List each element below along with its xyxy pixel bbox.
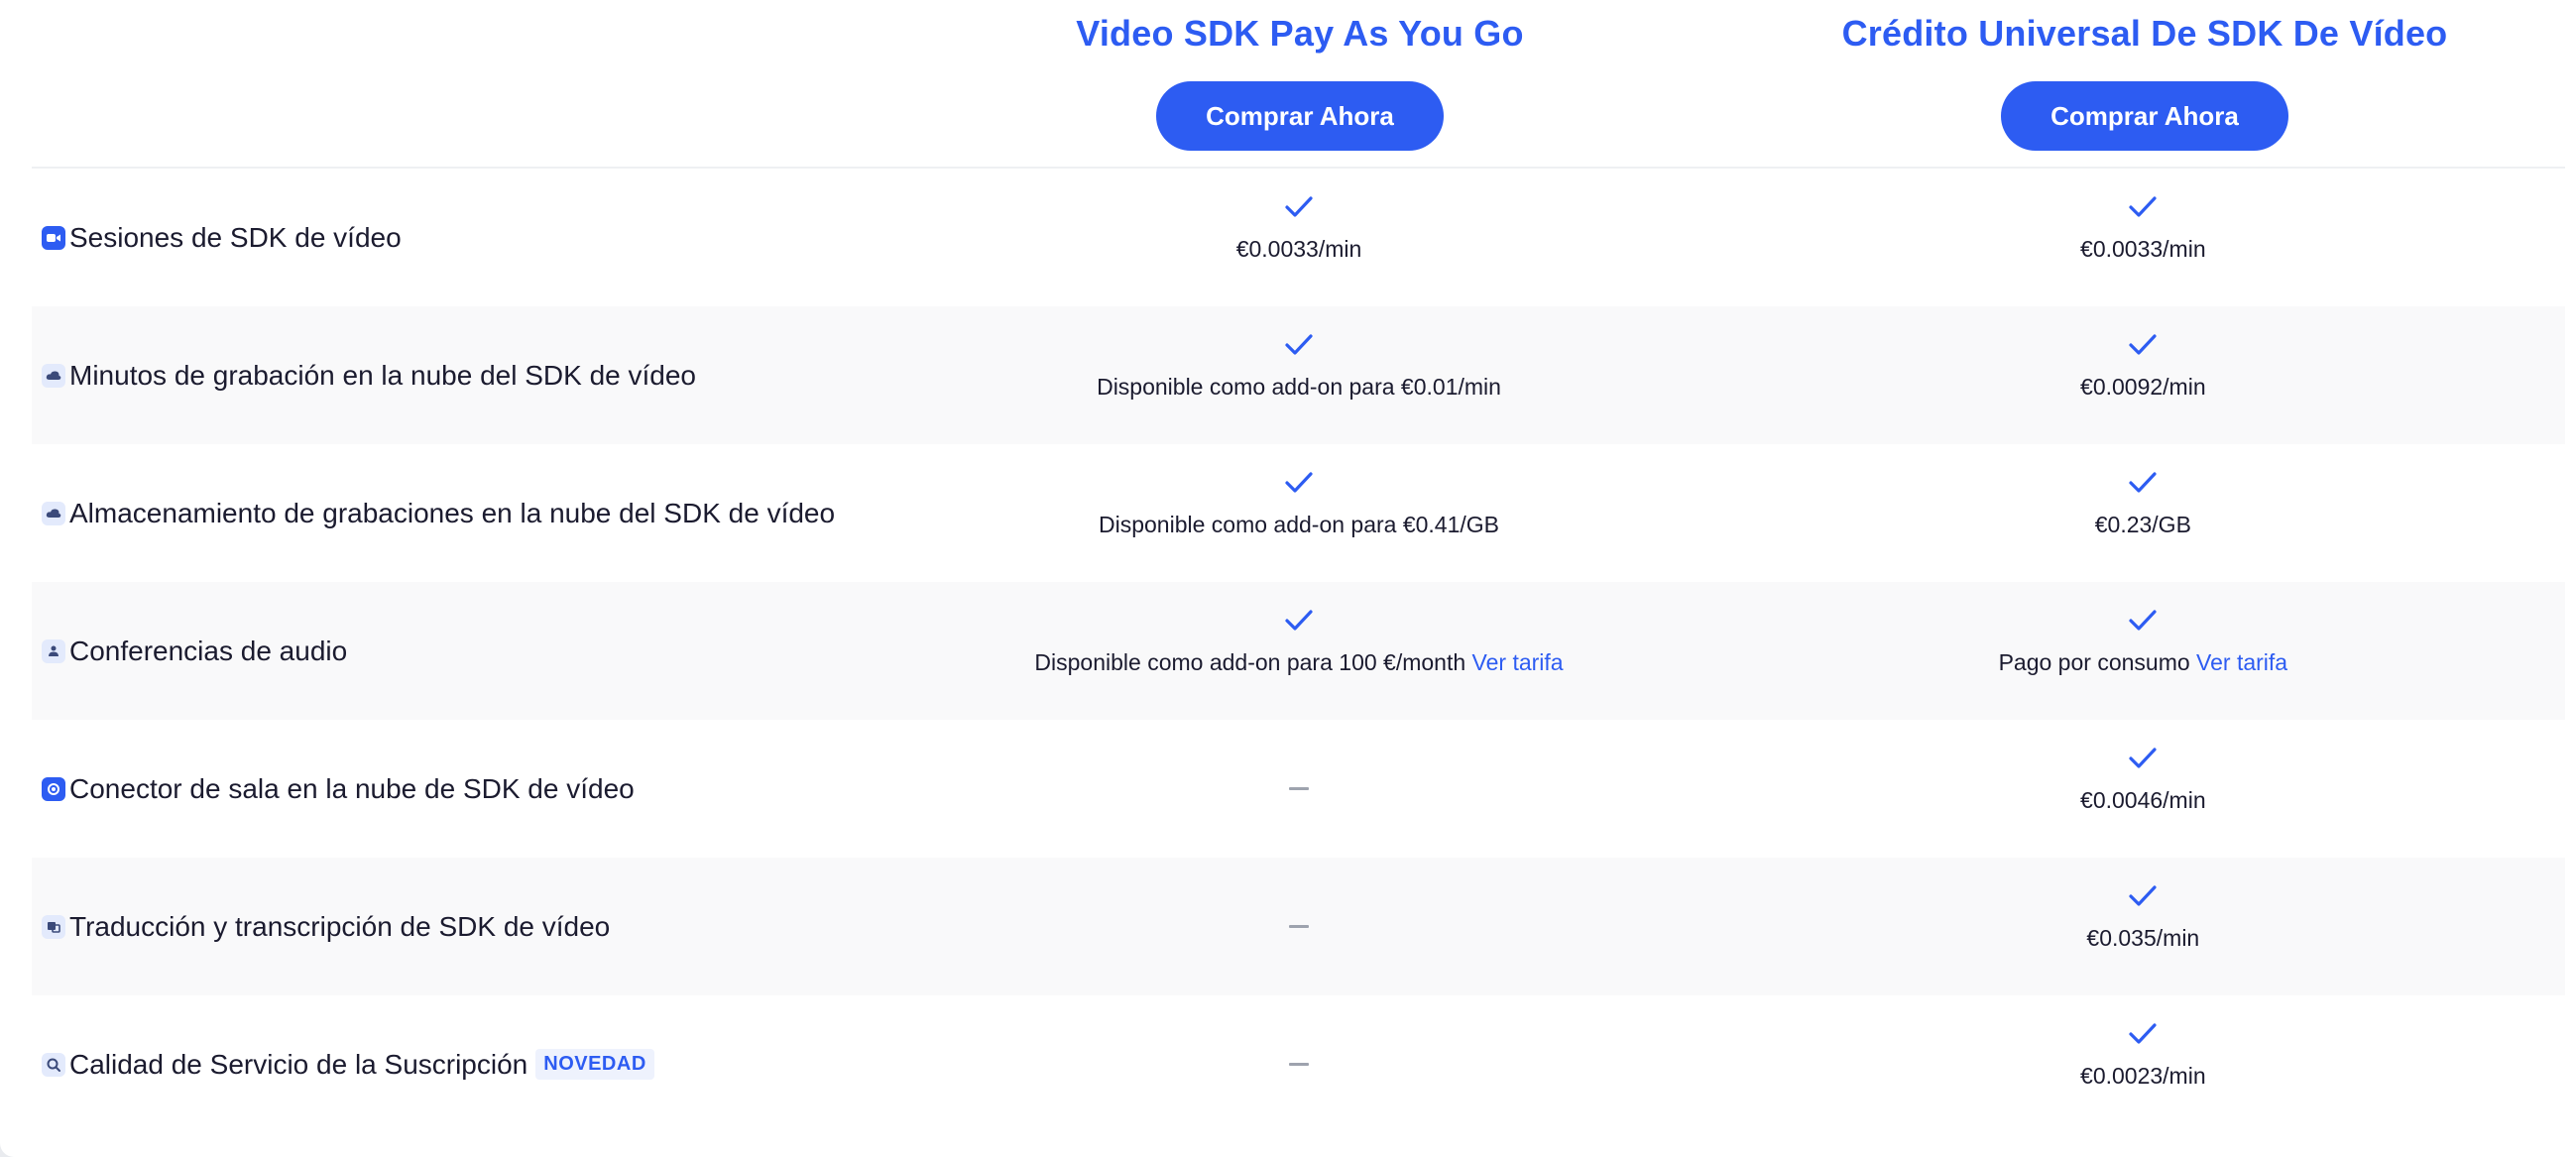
feature-cell: Sesiones de SDK de vídeo xyxy=(32,169,877,306)
rounded-corner xyxy=(0,1143,14,1157)
plan2-cell: €0.035/min xyxy=(1721,858,2565,995)
plan1-cell xyxy=(877,995,1720,1133)
plan-column-header-universal-credit: Crédito Universal De SDK De Vídeo Compra… xyxy=(1722,12,2567,151)
plans-header: Video SDK Pay As You Go Comprar Ahora Cr… xyxy=(32,0,2565,169)
plan1-cell xyxy=(877,858,1720,995)
table-row: Conector de sala en la nube de SDK de ví… xyxy=(32,720,2565,858)
price-text: €0.0023/min xyxy=(2080,1063,2206,1089)
price-text: €0.0033/min xyxy=(2080,236,2206,262)
feature-label: Conferencias de audio xyxy=(69,635,348,666)
feature-cell: Traducción y transcripción de SDK de víd… xyxy=(32,858,877,995)
view-rates-link[interactable]: Ver tarifa xyxy=(1472,649,1564,675)
price-text: €0.035/min xyxy=(2086,925,2200,951)
plan-column-header-pay-as-you-go: Video SDK Pay As You Go Comprar Ahora xyxy=(878,12,1722,151)
plan2-cell: €0.0023/min xyxy=(1721,995,2565,1133)
feature-label: Traducción y transcripción de SDK de víd… xyxy=(69,910,611,942)
price-text: Disponible como add-on para 100 €/month … xyxy=(1034,648,1563,676)
table-row: Almacenamiento de grabaciones en la nube… xyxy=(32,444,2565,582)
plan-title: Crédito Universal De SDK De Vídeo xyxy=(1841,13,2448,54)
checkmark-icon xyxy=(1285,472,1313,493)
feature-cell: Almacenamiento de grabaciones en la nube… xyxy=(32,444,877,582)
checkmark-icon xyxy=(1285,196,1313,217)
feature-cell: Conferencias de audio xyxy=(32,582,877,720)
plan1-cell: Disponible como add-on para €0.01/min xyxy=(877,306,1720,444)
plan2-cell: €0.23/GB xyxy=(1721,444,2565,582)
quality-service-icon xyxy=(42,1052,65,1077)
buy-now-button[interactable]: Comprar Ahora xyxy=(1156,81,1444,151)
audio-conference-icon xyxy=(42,638,65,663)
plan-title: Video SDK Pay As You Go xyxy=(1076,13,1524,54)
table-row: Traducción y transcripción de SDK de víd… xyxy=(32,858,2565,995)
not-included-dash xyxy=(1289,1063,1309,1066)
price-text: €0.0046/min xyxy=(2080,787,2206,813)
price-text: Disponible como add-on para €0.41/GB xyxy=(1098,512,1500,537)
feature-label: Calidad de Servicio de la Suscripción xyxy=(69,1048,528,1080)
feature-table: Sesiones de SDK de vídeo €0.0033/min €0.… xyxy=(32,169,2565,1133)
table-row: Minutos de grabación en la nube del SDK … xyxy=(32,306,2565,444)
checkmark-icon xyxy=(1285,610,1313,631)
feature-label: Conector de sala en la nube de SDK de ví… xyxy=(69,772,635,804)
plan2-cell: Pago por consumo Ver tarifa xyxy=(1721,582,2565,720)
price-text: Disponible como add-on para €0.01/min xyxy=(1097,374,1501,400)
table-row: Conferencias de audio Disponible como ad… xyxy=(32,582,2565,720)
checkmark-icon xyxy=(2129,334,2157,355)
price-description: Pago por consumo xyxy=(1998,649,2190,675)
new-badge: NOVEDAD xyxy=(535,1049,654,1080)
translation-icon xyxy=(42,914,65,939)
price-text: €0.0033/min xyxy=(1235,236,1362,262)
price-text: Pago por consumo Ver tarifa xyxy=(1999,648,2288,676)
feature-cell: Minutos de grabación en la nube del SDK … xyxy=(32,306,877,444)
pricing-comparison: Video SDK Pay As You Go Comprar Ahora Cr… xyxy=(0,0,2576,1157)
not-included-dash xyxy=(1289,925,1309,928)
not-included-dash xyxy=(1289,787,1309,790)
feature-label: Sesiones de SDK de vídeo xyxy=(69,221,402,253)
price-description: Disponible como add-on para 100 €/month xyxy=(1034,649,1466,675)
room-connector-icon xyxy=(42,776,65,801)
feature-label: Minutos de grabación en la nube del SDK … xyxy=(69,359,696,391)
checkmark-icon xyxy=(1285,334,1313,355)
price-text: €0.23/GB xyxy=(2094,512,2191,537)
plan2-cell: €0.0046/min xyxy=(1721,720,2565,858)
plan2-cell: €0.0092/min xyxy=(1721,306,2565,444)
plan1-cell: Disponible como add-on para €0.41/GB xyxy=(877,444,1720,582)
checkmark-icon xyxy=(2129,885,2157,906)
price-text: €0.0092/min xyxy=(2080,374,2206,400)
feature-cell: Conector de sala en la nube de SDK de ví… xyxy=(32,720,877,858)
plan1-cell: Disponible como add-on para 100 €/month … xyxy=(877,582,1720,720)
checkmark-icon xyxy=(2129,1023,2157,1044)
plan2-cell: €0.0033/min xyxy=(1721,169,2565,306)
table-row: Sesiones de SDK de vídeo €0.0033/min €0.… xyxy=(32,169,2565,306)
checkmark-icon xyxy=(2129,472,2157,493)
cloud-recording-icon xyxy=(42,363,65,388)
table-row: Calidad de Servicio de la Suscripción NO… xyxy=(32,995,2565,1133)
buy-now-button[interactable]: Comprar Ahora xyxy=(2001,81,2288,151)
checkmark-icon xyxy=(2129,748,2157,768)
plan1-cell xyxy=(877,720,1720,858)
view-rates-link[interactable]: Ver tarifa xyxy=(2196,649,2287,675)
checkmark-icon xyxy=(2129,196,2157,217)
feature-label: Almacenamiento de grabaciones en la nube… xyxy=(69,497,836,528)
checkmark-icon xyxy=(2129,610,2157,631)
plan1-cell: €0.0033/min xyxy=(877,169,1720,306)
video-camera-icon xyxy=(42,225,65,250)
feature-cell: Calidad de Servicio de la Suscripción NO… xyxy=(32,995,877,1133)
cloud-storage-icon xyxy=(42,501,65,525)
